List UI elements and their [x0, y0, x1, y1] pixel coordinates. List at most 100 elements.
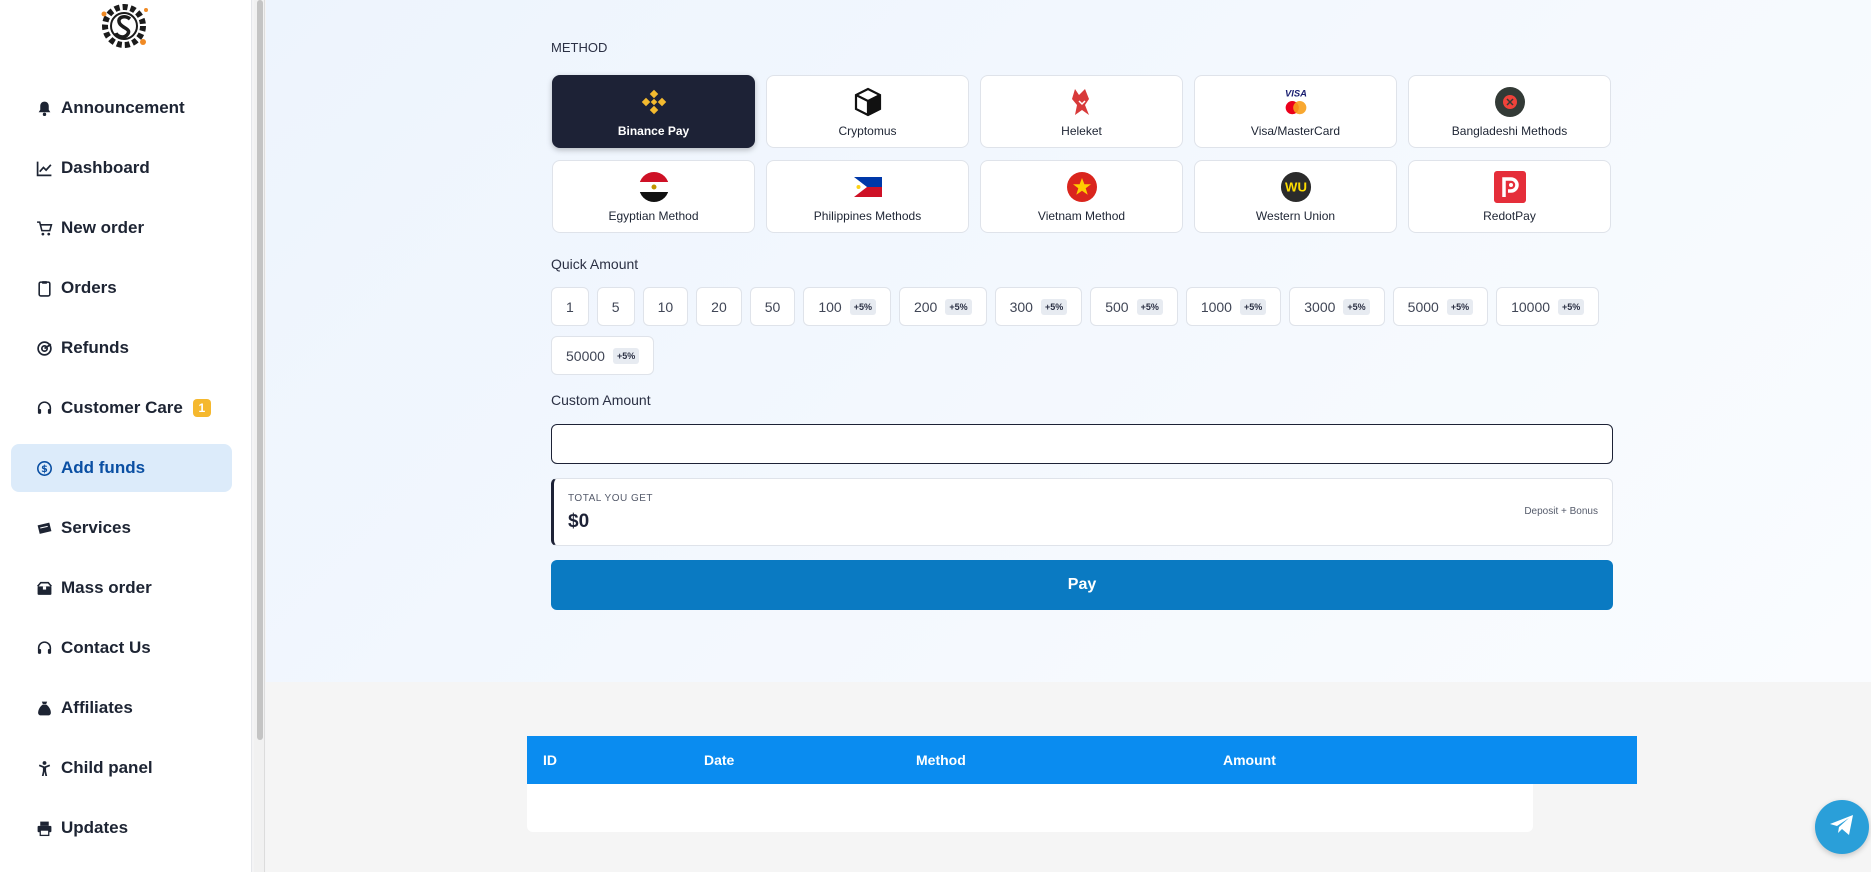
amount-value: 1 — [566, 298, 574, 315]
quick-amount-label: Quick Amount — [551, 256, 639, 272]
chart-line-icon — [35, 159, 53, 177]
amount-button-100[interactable]: 100 +5% — [803, 287, 891, 326]
telegram-chat-button[interactable] — [1815, 800, 1869, 854]
sidebar-item-services[interactable]: Services — [11, 504, 232, 552]
bell-icon — [35, 99, 53, 117]
svg-text:WU: WU — [1285, 179, 1307, 194]
method-label: RedotPay — [1483, 208, 1536, 223]
amount-button-5000[interactable]: 5000 +5% — [1392, 287, 1489, 326]
amount-button-50000[interactable]: 50000 +5% — [551, 336, 655, 375]
philippines-flag-icon — [852, 171, 884, 203]
bonus-badge: +5% — [1558, 298, 1585, 315]
sidebar-item-label: Mass order — [61, 578, 152, 597]
logo[interactable] — [96, 2, 152, 50]
column-amount[interactable]: Amount — [1223, 752, 1276, 768]
sidebar-item-new-order[interactable]: New order — [11, 204, 232, 252]
sidebar-item-mass-order[interactable]: Mass order — [11, 564, 232, 612]
sidebar-item-customer-care[interactable]: Customer Care 1 — [11, 384, 232, 432]
amount-button-500[interactable]: 500 +5% — [1090, 287, 1178, 326]
amount-value: 20 — [711, 298, 727, 315]
amount-button-5[interactable]: 5 — [596, 287, 635, 326]
amount-value: 3000 — [1304, 298, 1336, 315]
bonus-badge: +5% — [945, 298, 972, 315]
amount-button-200[interactable]: 200 +5% — [898, 287, 987, 326]
amount-button-1000[interactable]: 1000 +5% — [1185, 287, 1282, 326]
sidebar-scrollbar[interactable] — [254, 0, 265, 872]
method-cryptomus[interactable]: Cryptomus — [766, 75, 969, 148]
method-label: Binance Pay — [617, 123, 690, 138]
sidebar-item-label: Child panel — [61, 758, 153, 777]
dollar-circle-icon: $ — [35, 459, 53, 477]
method-label: Philippines Methods — [813, 208, 922, 223]
amount-value: 10000 — [1511, 298, 1551, 315]
telegram-icon — [1827, 810, 1857, 845]
sidebar-item-dashboard[interactable]: Dashboard — [11, 144, 232, 192]
amount-button-20[interactable]: 20 — [696, 287, 742, 326]
egypt-flag-icon — [638, 171, 670, 203]
amount-value: 5 — [611, 298, 620, 315]
method-redotpay[interactable]: RedotPay — [1408, 160, 1611, 233]
sidebar-item-child-panel[interactable]: Child panel — [11, 744, 232, 792]
headset-icon — [35, 639, 53, 657]
refund-icon — [35, 339, 53, 357]
bonus-badge: +5% — [1239, 298, 1267, 315]
sidebar-item-updates[interactable]: Updates — [11, 804, 232, 852]
method-label: Vietnam Method — [1037, 208, 1126, 223]
sidebar-item-announcement[interactable]: Announcement — [11, 84, 232, 132]
method-philippines[interactable]: Philippines Methods — [766, 160, 969, 233]
sidebar-item-add-funds[interactable]: $ Add funds — [11, 444, 232, 492]
bonus-badge: +5% — [1040, 298, 1068, 315]
sidebar-item-affiliates[interactable]: Affiliates — [11, 684, 232, 732]
amount-button-50[interactable]: 50 — [749, 287, 796, 326]
amount-button-3000[interactable]: 3000 +5% — [1289, 287, 1385, 326]
method-label: Egyptian Method — [608, 208, 699, 223]
amount-value: 200 — [913, 298, 938, 315]
method-visa-mastercard[interactable]: VISA Visa/MasterCard — [1194, 75, 1397, 148]
column-method[interactable]: Method — [916, 752, 966, 768]
boxes-icon — [35, 579, 53, 597]
amount-button-1[interactable]: 1 — [551, 287, 589, 326]
scrollbar-thumb[interactable] — [257, 0, 263, 740]
method-binance-pay[interactable]: Binance Pay — [552, 75, 755, 148]
amount-button-300[interactable]: 300 +5% — [994, 287, 1083, 326]
sidebar-item-label: Dashboard — [61, 158, 150, 177]
method-vietnam[interactable]: Vietnam Method — [980, 160, 1183, 233]
custom-amount-input[interactable] — [551, 424, 1613, 464]
amount-value: 5000 — [1407, 298, 1439, 315]
amount-value: 50 — [764, 298, 781, 315]
method-western-union[interactable]: WU Western Union — [1194, 160, 1397, 233]
total-value: $0 — [568, 511, 590, 532]
headset-icon — [35, 399, 53, 417]
sidebar-item-contact-us[interactable]: Contact Us — [11, 624, 232, 672]
method-label: METHOD — [551, 40, 608, 55]
vietnam-flag-icon — [1066, 171, 1098, 203]
amount-button-10000[interactable]: 10000 +5% — [1496, 287, 1600, 326]
sidebar-item-label: Affiliates — [61, 698, 133, 717]
money-bag-icon — [35, 699, 53, 717]
method-label: Bangladeshi Methods — [1451, 123, 1568, 138]
method-label: Visa/MasterCard — [1250, 123, 1341, 138]
method-label: Heleket — [1061, 123, 1102, 138]
sidebar: Announcement Dashboard New order Orders … — [0, 0, 252, 872]
sidebar-item-label: Refunds — [61, 338, 129, 357]
sidebar-item-orders[interactable]: Orders — [11, 264, 232, 312]
history-table-body — [527, 784, 1533, 832]
cube-icon — [852, 86, 884, 118]
amount-button-10[interactable]: 10 — [642, 287, 689, 326]
method-egyptian[interactable]: Egyptian Method — [552, 160, 755, 233]
method-heleket[interactable]: Heleket — [980, 75, 1183, 148]
amount-value: 1000 — [1200, 298, 1232, 315]
column-date[interactable]: Date — [704, 752, 734, 768]
amount-value: 10 — [657, 298, 674, 315]
pay-button[interactable]: Pay — [551, 560, 1613, 610]
cart-icon — [35, 219, 53, 237]
sidebar-item-label: Contact Us — [61, 638, 151, 657]
column-id[interactable]: ID — [543, 752, 557, 768]
method-bangladeshi[interactable]: Bangladeshi Methods — [1408, 75, 1611, 148]
sidebar-item-refunds[interactable]: Refunds — [11, 324, 232, 372]
bonus-badge: +5% — [612, 347, 640, 364]
method-label: Cryptomus — [838, 123, 897, 138]
clipboard-icon — [35, 279, 53, 297]
sidebar-item-label: New order — [61, 218, 145, 237]
printer-icon — [35, 819, 53, 837]
